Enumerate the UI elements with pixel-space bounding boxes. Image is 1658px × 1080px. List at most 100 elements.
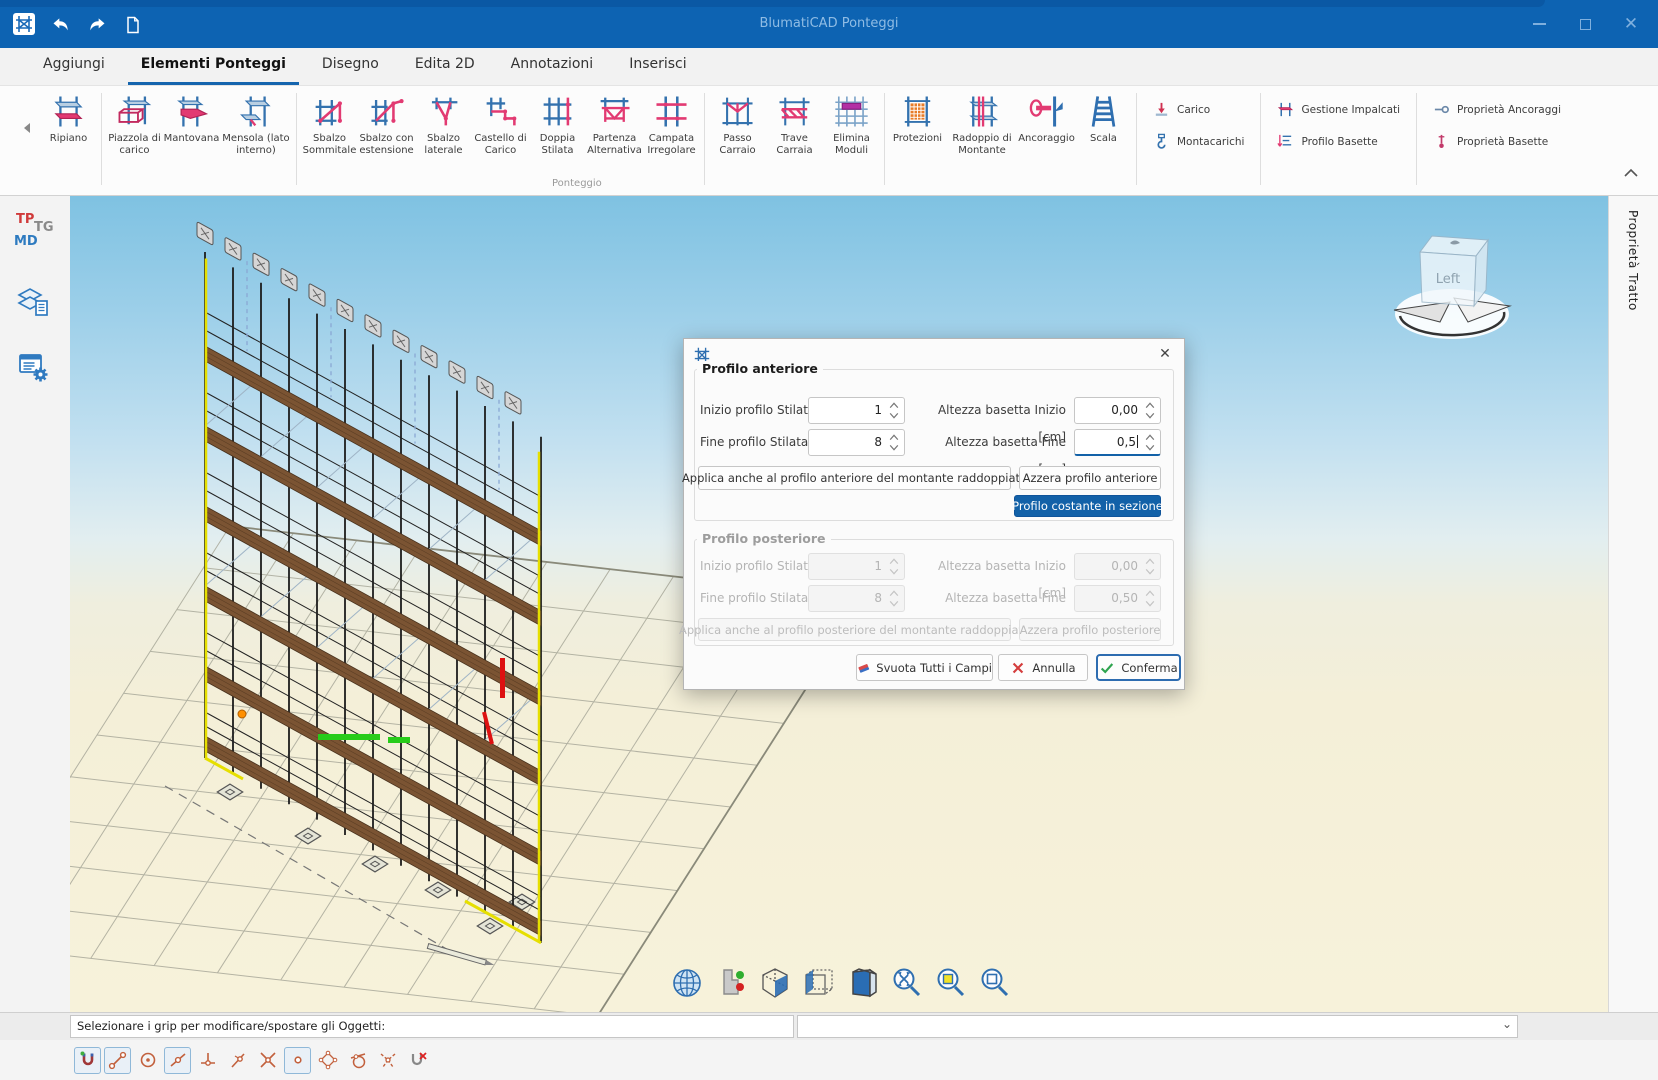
ribbon-button-label: Protezioni bbox=[893, 133, 942, 145]
undo-button[interactable] bbox=[48, 12, 74, 38]
report-settings-icon[interactable] bbox=[16, 350, 54, 388]
dialog-close-icon[interactable]: ✕ bbox=[1154, 344, 1176, 364]
ribbon-button-ripiano[interactable]: Ripiano bbox=[40, 91, 97, 147]
ribbon-button-passo-carraio[interactable]: Passo Carraio bbox=[709, 91, 766, 159]
tab-inserisci[interactable]: Inserisci bbox=[616, 48, 699, 85]
svuota-campi-button[interactable]: Svuota Tutti i Campi bbox=[856, 654, 993, 681]
snap-perpendicular-icon[interactable] bbox=[194, 1047, 221, 1074]
model-visibility-icon[interactable] bbox=[712, 964, 749, 1001]
ribbon-group-divider bbox=[101, 93, 102, 185]
tab-elementi-ponteggi[interactable]: Elementi Ponteggi bbox=[128, 48, 299, 85]
command-input[interactable]: ⌄ bbox=[797, 1015, 1518, 1038]
tab-proprieta-tratto[interactable]: Proprietà Tratto bbox=[1626, 210, 1640, 311]
wireframe-view-cube-icon[interactable] bbox=[800, 964, 837, 1001]
ribbon-button-label: Montacarichi bbox=[1177, 136, 1244, 148]
redo-button[interactable] bbox=[84, 12, 110, 38]
ribbon-collapse-icon[interactable] bbox=[1624, 166, 1638, 180]
azzera-anteriore-button[interactable]: Azzera profilo anteriore bbox=[1019, 466, 1161, 490]
ribbon-group-divider bbox=[1260, 93, 1261, 185]
zoom-window-icon[interactable] bbox=[932, 964, 969, 1001]
ribbon-button-label: Mensola (lato interno) bbox=[221, 133, 291, 157]
ribbon-button-doppia-stilata[interactable]: Doppia Stilata bbox=[529, 91, 586, 159]
ribbon-button-trave-carraia[interactable]: Trave Carraia bbox=[766, 91, 823, 159]
chevron-down-icon[interactable]: ⌄ bbox=[1502, 1017, 1512, 1031]
snap-center-icon[interactable] bbox=[134, 1047, 161, 1074]
ribbon-button-mensola-lato-interno[interactable]: Mensola (lato interno) bbox=[220, 91, 292, 159]
snap-tangent-icon[interactable] bbox=[344, 1047, 371, 1074]
ribbon-button-ancoraggio[interactable]: Ancoraggio bbox=[1018, 91, 1075, 147]
close-window-button[interactable]: ✕ bbox=[1608, 4, 1654, 44]
altezza-fine-label: Altezza basetta Fine [cm] bbox=[924, 429, 1066, 456]
tab-annotazioni[interactable]: Annotazioni bbox=[498, 48, 607, 85]
applica-anteriore-button[interactable]: Applica anche al profilo anteriore del m… bbox=[698, 466, 1011, 490]
ribbon-button-gestione-impalcati[interactable]: Gestione Impalcati bbox=[1277, 101, 1400, 118]
minimize-button[interactable] bbox=[1516, 4, 1562, 44]
ribbon-button-montacarichi[interactable]: Montacarichi bbox=[1153, 133, 1244, 150]
layers-report-icon[interactable] bbox=[16, 284, 54, 322]
conferma-button[interactable]: Conferma bbox=[1096, 654, 1181, 681]
logo-tp: TP bbox=[16, 212, 34, 227]
ribbon-button-label: Ancoraggio bbox=[1018, 133, 1075, 145]
ribbon-button-label: Castello di Carico bbox=[473, 133, 528, 157]
fine-profilo-field[interactable]: 8 bbox=[808, 429, 905, 456]
snap-intersection-icon[interactable] bbox=[254, 1047, 281, 1074]
ribbon-button-propriet-ancoraggi[interactable]: Proprietà Ancoraggi bbox=[1433, 101, 1561, 118]
iso-view-cube-icon[interactable] bbox=[756, 964, 793, 1001]
snap-apparent-intersection-icon[interactable] bbox=[374, 1047, 401, 1074]
ribbon-button-elimina-moduli[interactable]: Elimina Moduli bbox=[823, 91, 880, 159]
inizio-profilo-field[interactable]: 1 bbox=[808, 397, 905, 424]
zoom-previous-icon[interactable] bbox=[976, 964, 1013, 1001]
ribbon-button-protezioni[interactable]: Protezioni bbox=[889, 91, 946, 147]
ribbon-button-radoppio-di-montante[interactable]: Radoppio di Montante bbox=[946, 91, 1018, 159]
snap-endpoint-icon[interactable] bbox=[104, 1047, 131, 1074]
globe-view-icon[interactable] bbox=[668, 964, 705, 1001]
ribbon-button-label: Mantovana bbox=[164, 133, 220, 145]
ribbon-button-campata-irregolare[interactable]: Campata Irregolare bbox=[643, 91, 700, 159]
confirm-check-icon bbox=[1099, 660, 1115, 676]
montacarichi-icon bbox=[1153, 133, 1170, 150]
ribbon-scroll-left-icon[interactable] bbox=[22, 122, 32, 137]
ribbon-button-label: Trave Carraia bbox=[767, 133, 822, 157]
ribbon-button-propriet-basette[interactable]: Proprietà Basette bbox=[1433, 133, 1561, 150]
ribbon-button-profilo-basette[interactable]: Profilo Basette bbox=[1277, 133, 1400, 150]
snap-node-icon[interactable] bbox=[284, 1047, 311, 1074]
tp-tg-md-logo[interactable]: TP TG MD bbox=[12, 210, 58, 256]
solid-view-icon[interactable] bbox=[844, 964, 881, 1001]
ribbon-button-partenza-alternativa[interactable]: Partenza Alternativa bbox=[586, 91, 643, 159]
snap-midpoint-icon[interactable] bbox=[164, 1047, 191, 1074]
snap-quadrant-icon[interactable] bbox=[314, 1047, 341, 1074]
title-bar: BlumatiCAD Ponteggi ✕ bbox=[0, 0, 1658, 48]
ribbon-button-sbalzo-con-estensione[interactable]: Sbalzo con estensione bbox=[358, 91, 415, 159]
snap-magnet-icon[interactable] bbox=[74, 1047, 101, 1074]
ribbon-button-label: Elimina Moduli bbox=[824, 133, 879, 157]
ribbon-button-mantovana[interactable]: Mantovana bbox=[163, 91, 220, 147]
new-document-icon[interactable] bbox=[120, 12, 146, 38]
annulla-button[interactable]: Annulla bbox=[998, 654, 1088, 681]
ribbon-button-scala[interactable]: Scala bbox=[1075, 91, 1132, 147]
ribbon-button-label: Sbalzo Sommitale bbox=[302, 133, 357, 157]
ribbon-button-piazzola-di-carico[interactable]: Piazzola di carico bbox=[106, 91, 163, 159]
ribbon-button-sbalzo-sommitale[interactable]: Sbalzo Sommitale bbox=[301, 91, 358, 159]
piazzola-icon bbox=[116, 93, 153, 133]
zoom-extents-icon[interactable] bbox=[888, 964, 925, 1001]
status-message: Selezionare i grip per modificare/sposta… bbox=[70, 1015, 794, 1038]
tab-disegno[interactable]: Disegno bbox=[309, 48, 392, 85]
ribbon-button-carico[interactable]: Carico bbox=[1153, 101, 1244, 118]
ribbon-small-group: Proprietà Ancoraggi Proprietà Basette bbox=[1421, 91, 1573, 150]
doppia-stilata-icon bbox=[539, 93, 576, 133]
altezza-inizio-field[interactable]: 0,00 bbox=[1074, 397, 1161, 424]
tab-edita-2d[interactable]: Edita 2D bbox=[402, 48, 488, 85]
maximize-button[interactable] bbox=[1562, 4, 1608, 44]
ribbon-button-castello-di-carico[interactable]: Castello di Carico bbox=[472, 91, 529, 159]
altezza-fine-field[interactable]: 0,5 bbox=[1074, 429, 1161, 456]
snap-nearest-icon[interactable] bbox=[224, 1047, 251, 1074]
profilo-costante-button[interactable]: Profilo costante in sezione bbox=[1014, 495, 1161, 517]
navigation-cube[interactable]: Left bbox=[1388, 230, 1518, 342]
ribbon-small-group: Gestione Impalcati Profilo Basette bbox=[1265, 91, 1412, 150]
snap-none-icon[interactable] bbox=[404, 1047, 431, 1074]
profilo-basette-icon bbox=[1277, 133, 1294, 150]
ribbon-button-label: Carico bbox=[1177, 104, 1210, 116]
tab-aggiungi[interactable]: Aggiungi bbox=[30, 48, 118, 85]
application-window: BlumatiCAD Ponteggi ✕ Aggiungi Elementi P… bbox=[0, 0, 1658, 1080]
ribbon-button-sbalzo-laterale[interactable]: Sbalzo laterale bbox=[415, 91, 472, 159]
